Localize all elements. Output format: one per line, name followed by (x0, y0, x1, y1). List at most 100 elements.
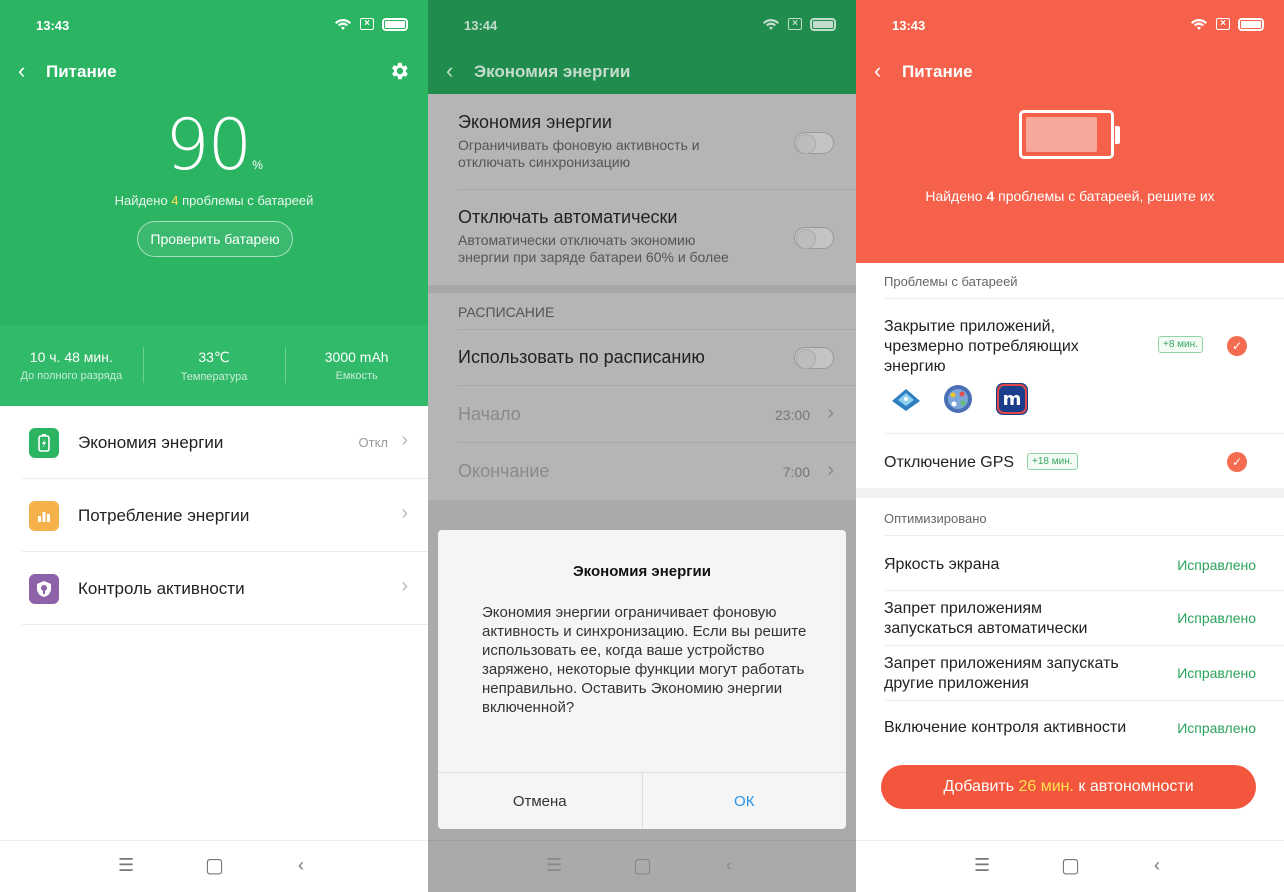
home-icon[interactable]: ▢ (1061, 853, 1080, 878)
nav-bar: ☰ ▢ ‹ (428, 840, 856, 892)
problem-title: Отключение GPS (884, 454, 1015, 471)
fixed-item: Яркость экрана Исправлено (884, 535, 1284, 591)
battery-status-icon (382, 17, 408, 31)
stat-value: 10 ч. 48 мин. (29, 349, 113, 365)
status-bar: 13:43 × (0, 0, 428, 48)
problem-close-apps[interactable]: Закрытие приложений, чрезмерно потребляющ… (884, 298, 1284, 433)
problem-title: Закрытие приложений, чрезмерно потребляющ… (884, 318, 1079, 375)
setting-auto-off[interactable]: Отключать автоматически Автоматически от… (458, 207, 856, 285)
battery-percent: 90% (0, 104, 428, 186)
time-gain-badge: +18 мин. (1027, 453, 1078, 470)
stat-label: Температура (180, 371, 248, 383)
svg-text:m: m (1003, 389, 1022, 410)
chevron-right-icon: › (401, 429, 408, 451)
settings-list: Экономия энергии Ограничивать фоновую ак… (428, 94, 856, 500)
fixed-status: Исправлено (1177, 665, 1256, 681)
gear-icon[interactable] (388, 60, 410, 82)
page-title: Питание (46, 62, 117, 81)
back-icon[interactable]: ‹ (18, 58, 25, 84)
status-bar: 13:43 × (856, 0, 1284, 48)
menu-item-value: Откл (358, 435, 389, 450)
problems-found-text: Найдено 4 проблемы с батареей, решите их (856, 188, 1284, 204)
chevron-right-icon: › (401, 575, 408, 597)
chevron-right-icon: › (401, 502, 408, 524)
status-time: 13:43 (892, 18, 926, 33)
fixed-item: Запрет приложениям запускаться автоматиче… (884, 591, 1284, 646)
fixed-item: Включение контроля активности Исправлено (884, 701, 1284, 737)
fixed-item: Запрет приложениям запускать другие прило… (884, 646, 1284, 701)
back-icon[interactable]: ‹ (446, 58, 453, 84)
home-icon[interactable]: ▢ (633, 853, 652, 878)
found-suffix: проблемы с батареей (178, 193, 314, 208)
found-prefix: Найдено (114, 193, 172, 208)
stat-temperature: 33℃ Температура (142, 325, 286, 406)
back-nav-icon[interactable]: ‹ (298, 855, 304, 876)
setting-end[interactable]: Окончание 7:00 › (458, 443, 856, 500)
menu-item-battery-saver[interactable]: Экономия энергии Откл › (22, 406, 428, 479)
dialog-body: Экономия энергии ограничивает фоновую ак… (482, 604, 807, 716)
setting-value: 23:00 (774, 407, 810, 423)
setting-start[interactable]: Начало 23:00 › (458, 386, 856, 443)
chevron-right-icon: › (827, 402, 834, 424)
no-sim-icon: × (360, 18, 374, 30)
status-time: 13:44 (464, 18, 498, 33)
power-screen: 13:43 × ‹ Питание 90% Найдено 4 проблемы… (0, 0, 428, 892)
cta-suffix: к автономности (1073, 778, 1194, 795)
status-time: 13:43 (36, 18, 70, 33)
no-sim-icon: × (1216, 18, 1230, 30)
menu-icon[interactable]: ☰ (546, 855, 562, 876)
app-header: ‹ Экономия энергии (428, 48, 856, 94)
battery-saver-toggle[interactable] (794, 132, 834, 154)
stat-capacity: 3000 mAh Емкость (285, 325, 428, 406)
wifi-icon (1191, 19, 1207, 30)
menu-icon[interactable]: ☰ (974, 855, 990, 876)
back-icon[interactable]: ‹ (874, 58, 881, 84)
add-autonomy-button[interactable]: Добавить 26 мин. к автономности (881, 765, 1256, 809)
optimized-header: Оптимизировано (884, 511, 987, 526)
back-nav-icon[interactable]: ‹ (726, 855, 732, 876)
shield-bulb-icon (29, 574, 59, 604)
stat-value: 3000 mAh (324, 349, 389, 365)
check-battery-button[interactable]: Проверить батарею (137, 221, 293, 257)
setting-title: Отключать автоматически (458, 207, 678, 227)
menu-item-power-usage[interactable]: Потребление энергии › (22, 479, 428, 552)
setting-battery-saver[interactable]: Экономия энергии Ограничивать фоновую ак… (458, 112, 856, 190)
nav-bar: ☰ ▢ ‹ (0, 840, 428, 892)
page-title: Питание (902, 62, 973, 81)
ok-button[interactable]: ОК (643, 773, 847, 829)
battery-stats: 10 ч. 48 мин. До полного разряда 33℃ Тем… (0, 325, 428, 406)
app-icon (942, 383, 974, 415)
menu-icon[interactable]: ☰ (118, 855, 134, 876)
cta-highlight: 26 мин. (1018, 778, 1074, 795)
checkmark-icon[interactable]: ✓ (1227, 336, 1247, 356)
cta-prefix: Добавить (943, 778, 1019, 795)
battery-saver-icon (29, 428, 59, 458)
back-nav-icon[interactable]: ‹ (1154, 855, 1160, 876)
stat-remaining: 10 ч. 48 мин. До полного разряда (0, 325, 143, 406)
schedule-toggle[interactable] (794, 347, 834, 369)
app-header: ‹ Питание (0, 48, 428, 94)
wifi-icon (335, 19, 351, 30)
battery-status-icon (810, 17, 836, 31)
stat-value: 33℃ (198, 349, 230, 365)
confirm-dialog: Экономия энергии Экономия энергии ограни… (438, 530, 846, 829)
chevron-right-icon: › (827, 459, 834, 481)
checkmark-icon[interactable]: ✓ (1227, 452, 1247, 472)
fixed-item-label: Запрет приложениям запускать другие прило… (884, 655, 1119, 692)
fixed-status: Исправлено (1177, 610, 1256, 626)
auto-off-toggle[interactable] (794, 227, 834, 249)
home-icon[interactable]: ▢ (205, 853, 224, 878)
menu-item-activity-control[interactable]: Контроль активности › (22, 552, 428, 625)
stat-label: Емкость (335, 370, 378, 382)
problems-header: Проблемы с батареей (884, 274, 1018, 289)
section-divider (856, 488, 1284, 498)
problem-gps[interactable]: Отключение GPS +18 мин. ✓ (884, 433, 1284, 488)
battery-status-icon (1238, 17, 1264, 31)
menu-item-label: Экономия энергии (78, 433, 224, 452)
section-header: РАСПИСАНИЕ (458, 304, 555, 320)
found-prefix: Найдено (925, 188, 987, 204)
found-count: 4 (171, 193, 179, 208)
dialog-buttons: Отмена ОК (438, 772, 846, 829)
cancel-button[interactable]: Отмена (438, 773, 643, 829)
setting-schedule[interactable]: Использовать по расписанию (458, 329, 856, 386)
